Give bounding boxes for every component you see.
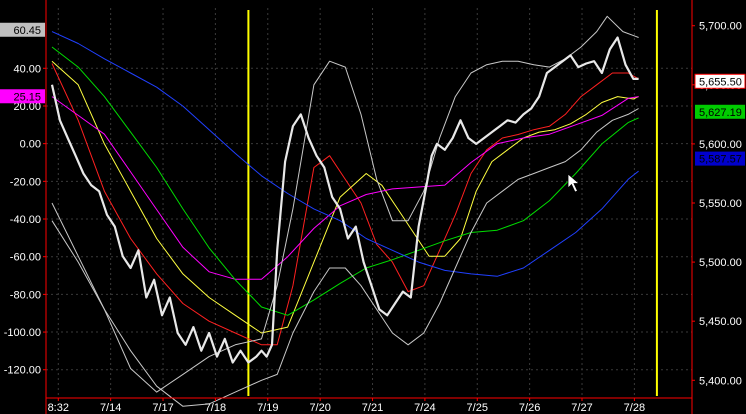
right-value-badge-label: 5,587.57 [699, 154, 742, 166]
x-tick-label: 7/24 [414, 402, 435, 414]
left-tick-label: -80.00 [10, 289, 41, 301]
left-tick-label: -40.00 [10, 214, 41, 226]
left-tick-label: 0.00 [20, 139, 41, 151]
grid [46, 8, 692, 398]
left-tick-label: -100.00 [4, 327, 41, 339]
left-tick-label: 40.00 [13, 63, 41, 75]
left-tick-label: -120.00 [4, 365, 41, 377]
series-line [51, 63, 639, 346]
right-tick-label: 5,500.00 [699, 257, 742, 269]
right-value-badge-label: 5,655.50 [699, 76, 742, 88]
right-tick-label: 5,450.00 [699, 316, 742, 328]
x-tick-label: 7/28 [624, 402, 645, 414]
x-tick-label: 7/27 [571, 402, 592, 414]
series-line [51, 46, 639, 316]
x-tick-label: 7/21 [362, 402, 383, 414]
right-tick-label: 5,700.00 [699, 21, 742, 33]
x-tick-label: 8:32 [48, 402, 69, 414]
left-tick-label: -20.00 [10, 176, 41, 188]
right-tick-label: 5,550.00 [699, 198, 742, 210]
mouse-cursor-icon [567, 173, 581, 193]
chart: 40.00 20.00 0.00 -20.00 -40.00 -60.00 -80.00 -1… [0, 0, 746, 414]
right-tick-label: 5,600.00 [699, 139, 742, 151]
series-line [51, 15, 639, 393]
chart-canvas: 40.0020.000.00-20.00-40.00-60.00-80.00-1… [0, 0, 746, 414]
left-value-badge-label: 60.45 [13, 25, 41, 37]
axes: 40.0020.000.00-20.00-40.00-60.00-80.00-1… [0, 0, 746, 414]
series-group [50, 15, 639, 407]
x-tick-label: 7/17 [152, 402, 173, 414]
series-line [51, 60, 639, 334]
left-tick-label: -60.00 [10, 252, 41, 264]
x-tick-label: 7/20 [309, 402, 330, 414]
left-value-badge-label: 25.15 [13, 91, 41, 103]
x-tick-label: 7/14 [100, 402, 121, 414]
x-tick-label: 7/25 [467, 402, 488, 414]
x-tick-label: 7/18 [205, 402, 226, 414]
x-tick-label: 7/26 [519, 402, 540, 414]
x-tick-label: 7/19 [257, 402, 278, 414]
right-value-badge-label: 5,627.19 [699, 107, 742, 119]
right-tick-label: 5,400.00 [699, 375, 742, 387]
